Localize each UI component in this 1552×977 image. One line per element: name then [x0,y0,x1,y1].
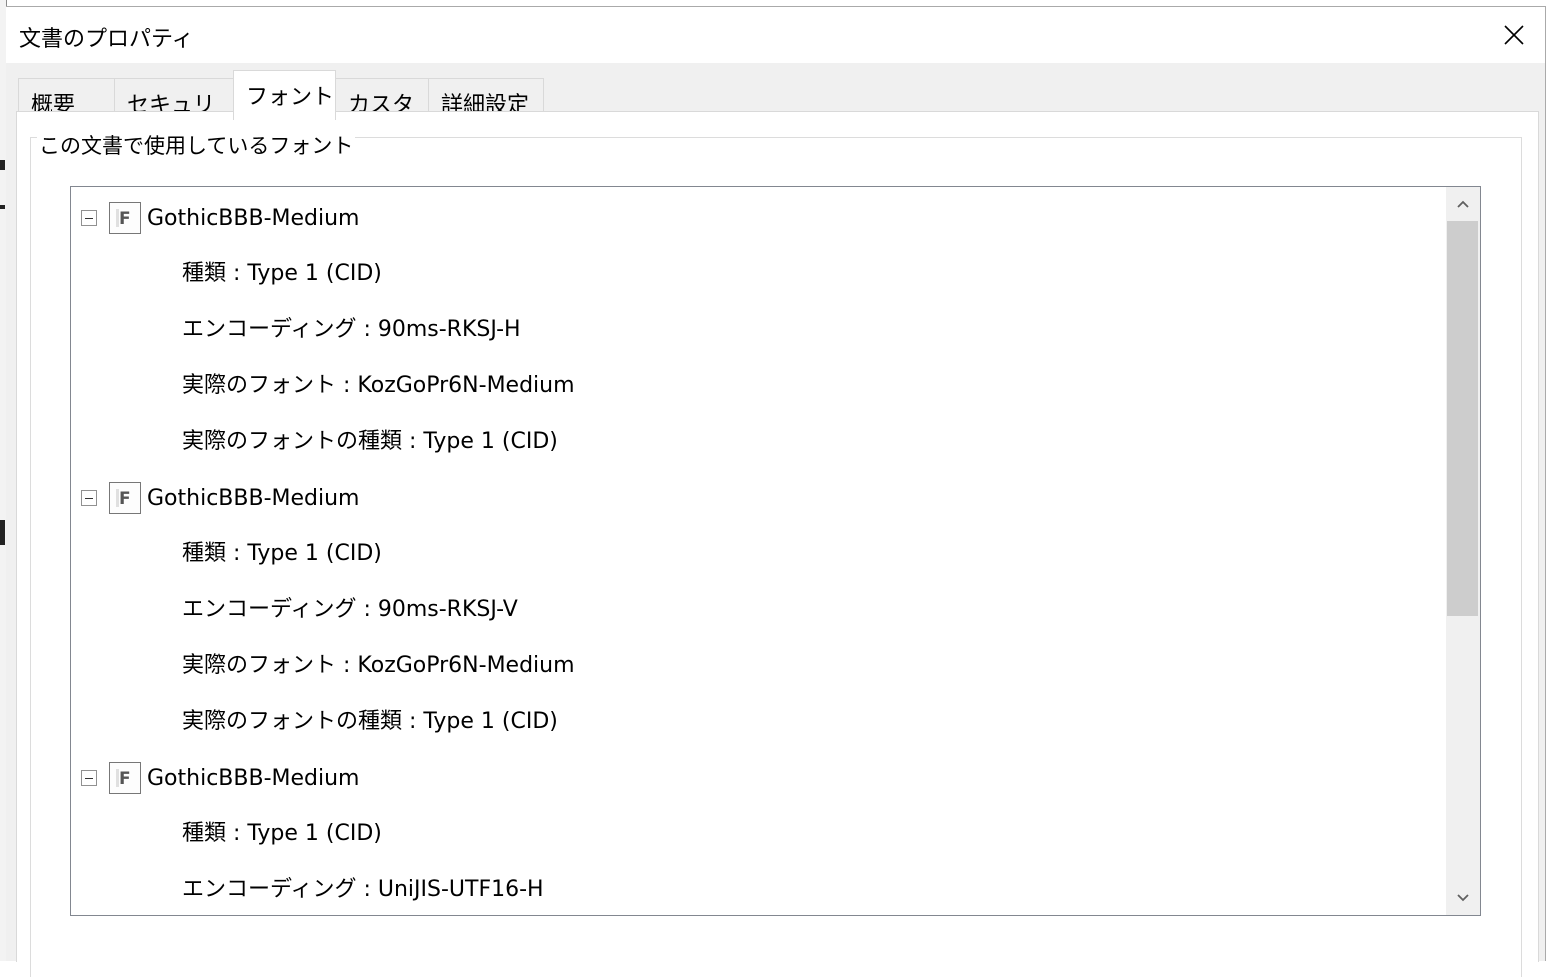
scroll-up-button[interactable] [1446,187,1480,221]
vertical-scrollbar[interactable] [1446,187,1480,915]
chevron-up-icon [1457,200,1469,208]
font-property: 種類 : Type 1 (CID) [182,821,382,846]
font-name: GothicBBB-Medium [147,486,360,511]
collapse-icon[interactable] [81,210,97,226]
collapse-icon[interactable] [81,770,97,786]
tab-label: フォント [246,85,335,110]
font-entry[interactable]: F GothicBBB-Medium [71,470,1446,526]
font-entry[interactable]: F GothicBBB-Medium [71,190,1446,246]
tab-strip: 概要 セキュリティ フォント カスタム 詳細設定 [18,70,618,150]
scroll-down-button[interactable] [1446,881,1480,915]
font-name: GothicBBB-Medium [147,766,360,791]
tab-fonts[interactable]: フォント [233,70,336,120]
collapse-icon[interactable] [81,490,97,506]
scrollbar-thumb[interactable] [1447,221,1478,616]
font-property: エンコーディング : 90ms-RKSJ-H [182,317,521,342]
dialog-title: 文書のプロパティ [19,27,194,52]
font-entry[interactable]: F GothicBBB-Medium [71,750,1446,806]
close-button[interactable] [1483,7,1545,63]
background-mark [0,520,5,545]
font-property: エンコーディング : UniJIS-UTF16-H [182,877,544,902]
font-name: GothicBBB-Medium [147,206,360,231]
font-file-icon: F [109,762,141,794]
font-list[interactable]: F GothicBBB-Medium 種類 : Type 1 (CID) エンコ… [70,186,1481,916]
fonts-tab-page: この文書で使用しているフォント F GothicBBB-Medium 種類 : … [16,111,1539,977]
font-file-icon: F [109,482,141,514]
background-mark [0,160,5,170]
font-property: 実際のフォント : KozGoPr6N-Medium [182,373,575,398]
background-mark [0,205,5,209]
font-property: 実際のフォント : KozGoPr6N-Medium [182,653,575,678]
groupbox-label: この文書で使用しているフォント [37,130,356,160]
font-property: 種類 : Type 1 (CID) [182,261,382,286]
font-property: 実際のフォントの種類 : Type 1 (CID) [182,429,558,454]
font-file-icon: F [109,202,141,234]
font-property: 実際のフォントの種類 : Type 1 (CID) [182,709,558,734]
chevron-down-icon [1457,894,1469,902]
font-property: エンコーディング : 90ms-RKSJ-V [182,597,518,622]
font-property: 種類 : Type 1 (CID) [182,541,382,566]
title-bar: 文書のプロパティ [6,7,1545,63]
font-tree: F GothicBBB-Medium 種類 : Type 1 (CID) エンコ… [71,187,1446,915]
document-properties-dialog: 文書のプロパティ 概要 セキュリティ フォント カスタム 詳細設定 この文書で使… [6,6,1546,977]
close-icon [1504,25,1524,45]
